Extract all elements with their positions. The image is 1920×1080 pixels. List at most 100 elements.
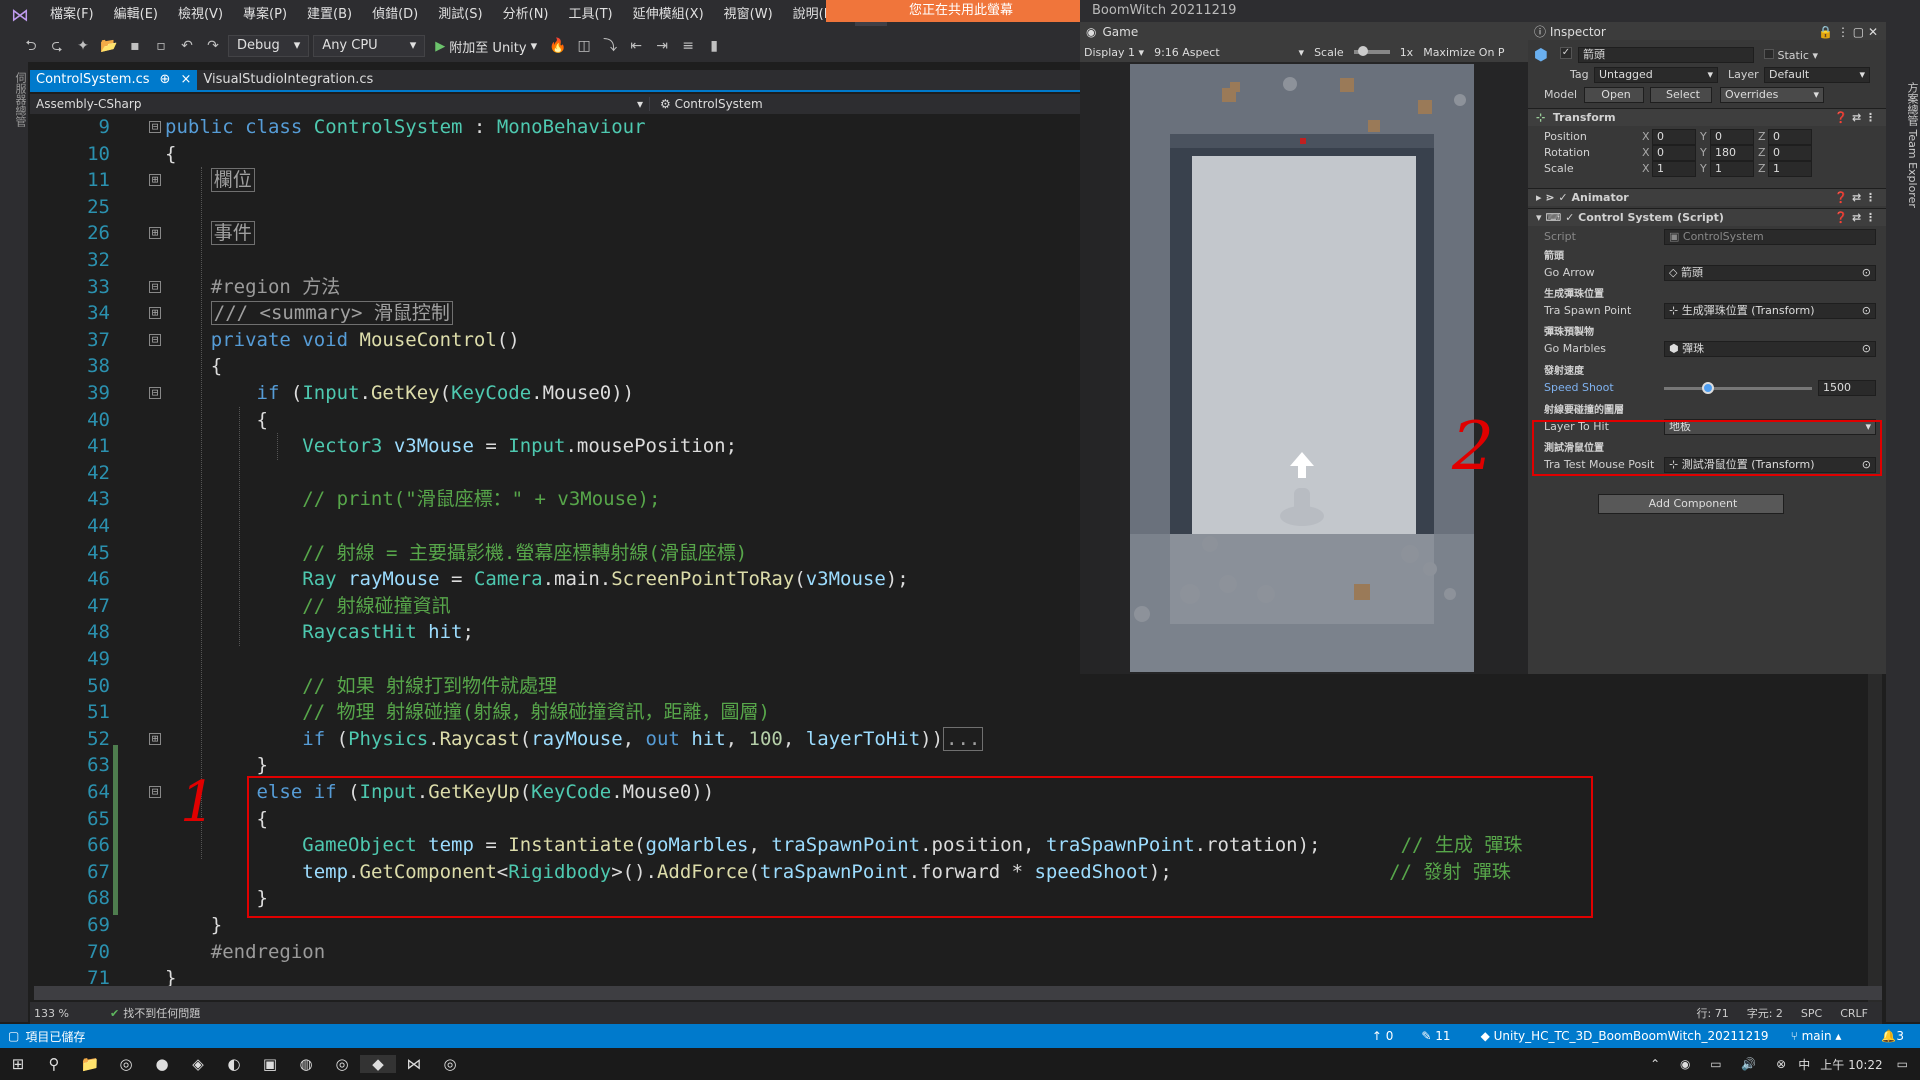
- code-line[interactable]: 50 // 如果 射線打到物件就處理: [30, 673, 1870, 700]
- action-center-icon[interactable]: ▭: [1897, 1057, 1908, 1071]
- rotation-x-field[interactable]: 0: [1652, 145, 1696, 161]
- screen-share-banner[interactable]: 您正在共用此螢幕: [826, 0, 1096, 22]
- add-component-button[interactable]: Add Component: [1598, 494, 1784, 514]
- menu-item-5[interactable]: 偵錯(D): [362, 0, 428, 30]
- line-ending[interactable]: CRLF: [1840, 1007, 1868, 1020]
- attach-to-unity-button[interactable]: ▶ 附加至 Unity ▾: [429, 37, 543, 56]
- fold-toggle-icon[interactable]: ⊟: [149, 387, 161, 399]
- rotation-z-field[interactable]: 0: [1768, 145, 1812, 161]
- unity-icon[interactable]: ◆: [360, 1055, 396, 1073]
- system-tray-icon[interactable]: ⌃ ◉ ▭ 🔊 ⊗: [1650, 1057, 1794, 1071]
- zoom-level[interactable]: 133 %: [30, 1007, 86, 1020]
- animator-header[interactable]: ▸ ⋗ ✓ Animator ❓ ⇄ ⋮: [1528, 188, 1886, 206]
- object-picker-icon[interactable]: ⊙: [1862, 266, 1871, 280]
- fold-toggle-icon[interactable]: ⊞: [149, 307, 161, 320]
- tag-select[interactable]: Untagged ▾: [1594, 67, 1718, 83]
- visual-studio-icon[interactable]: ⋈: [396, 1055, 432, 1073]
- scale-slider[interactable]: [1353, 46, 1390, 56]
- class-dropdown[interactable]: ⚙ ControlSystem: [650, 97, 763, 111]
- fold-toggle-icon[interactable]: ⊞: [149, 227, 161, 240]
- unity-hub-icon[interactable]: ◈: [180, 1055, 216, 1073]
- speed-slider-handle[interactable]: [1702, 382, 1715, 394]
- indent-icon[interactable]: ⇤: [625, 35, 647, 57]
- go-marbles-field[interactable]: ⬢ 彈珠 ⊙: [1664, 341, 1876, 357]
- code-line[interactable]: 70 #endregion: [30, 939, 1870, 966]
- solution-explorer-rail[interactable]: 方案總管 Team Explorer: [1886, 22, 1920, 1022]
- rotation-y-field[interactable]: 180: [1710, 145, 1754, 161]
- issues-status[interactable]: 找不到任何問題: [123, 1005, 200, 1021]
- new-project-icon[interactable]: ✦: [72, 35, 94, 57]
- object-picker-icon[interactable]: ⊙: [1862, 342, 1871, 356]
- forward-icon[interactable]: ⮎: [46, 35, 68, 57]
- fold-toggle-icon[interactable]: ⊟: [149, 333, 161, 346]
- lock-icon[interactable]: 🔒 ⋮ ▢ ✕: [1818, 22, 1878, 42]
- repo-name[interactable]: ◆ Unity_HC_TC_3D_BoomBoomWitch_20211219: [1481, 1029, 1769, 1043]
- server-explorer-rail[interactable]: 伺服器總管: [0, 62, 28, 1022]
- transform-header[interactable]: ⊹ Transform ❓ ⇄ ⋮: [1528, 108, 1886, 126]
- fold-toggle-icon[interactable]: ⊞: [149, 732, 161, 745]
- object-name-field[interactable]: 箭頭: [1578, 47, 1754, 63]
- push-count[interactable]: ↑ 0: [1372, 1029, 1394, 1043]
- game-viewport[interactable]: [1130, 64, 1474, 672]
- menu-item-10[interactable]: 視窗(W): [714, 0, 783, 30]
- menu-item-8[interactable]: 工具(T): [559, 0, 623, 30]
- windows-start-icon[interactable]: ⊞: [0, 1055, 36, 1073]
- fold-toggle-icon[interactable]: ⊟: [149, 280, 161, 293]
- code-line[interactable]: 63 }: [30, 752, 1870, 779]
- speed-shoot-field[interactable]: 1500: [1818, 380, 1876, 396]
- scale-y-field[interactable]: 1: [1710, 161, 1754, 177]
- menu-item-7[interactable]: 分析(N): [493, 0, 559, 30]
- undo-icon[interactable]: ↶: [176, 35, 198, 57]
- object-picker-icon[interactable]: ⊙: [1862, 304, 1871, 318]
- outdent-icon[interactable]: ⇥: [651, 35, 673, 57]
- scale-x-field[interactable]: 1: [1652, 161, 1696, 177]
- editor-horizontal-scrollbar[interactable]: [34, 986, 1882, 1000]
- comment-icon[interactable]: ≡: [677, 35, 699, 57]
- overrides-select[interactable]: Overrides ▾: [1720, 87, 1824, 103]
- edit-count[interactable]: ✎ 11: [1421, 1029, 1450, 1043]
- scale-z-field[interactable]: 1: [1768, 161, 1812, 177]
- search-icon[interactable]: ⚲: [36, 1055, 72, 1073]
- tra-spawn-point-field[interactable]: ⊹ 生成彈珠位置 (Transform) ⊙: [1664, 303, 1876, 319]
- tab-controlsystem[interactable]: ControlSystem.cs ⊕ ×: [30, 70, 198, 90]
- menu-item-9[interactable]: 延伸模組(X): [623, 0, 714, 30]
- inspector-tab[interactable]: ⓘ Inspector 🔒 ⋮ ▢ ✕: [1528, 22, 1886, 40]
- ime-indicator[interactable]: 中: [1798, 1056, 1810, 1073]
- menu-item-0[interactable]: 檔案(F): [40, 0, 104, 30]
- menu-item-3[interactable]: 專案(P): [233, 0, 297, 30]
- whitespace-mode[interactable]: SPC: [1801, 1007, 1822, 1020]
- select-button[interactable]: Select: [1650, 87, 1712, 103]
- close-icon[interactable]: ×: [180, 70, 191, 90]
- browser-icon[interactable]: ◍: [288, 1055, 324, 1073]
- control-system-header[interactable]: ▾ ⌨ ✓ Control System (Script) ❓ ⇄ ⋮: [1528, 208, 1886, 226]
- configuration-select[interactable]: Debug ▾: [228, 35, 310, 57]
- chrome-3-icon[interactable]: ◎: [432, 1055, 468, 1073]
- go-arrow-field[interactable]: ◇ 箭頭 ⊙: [1664, 265, 1876, 281]
- clock[interactable]: 上午 10:22: [1820, 1056, 1882, 1073]
- aspect-select[interactable]: 9:16 Aspect ▾: [1154, 46, 1304, 59]
- fold-toggle-icon[interactable]: ⊟: [149, 786, 161, 798]
- platform-select[interactable]: Any CPU ▾: [313, 35, 426, 57]
- game-tab-header[interactable]: ◉ Game: [1080, 22, 1528, 42]
- position-y-field[interactable]: 0: [1710, 129, 1754, 145]
- chrome-2-icon[interactable]: ◎: [324, 1055, 360, 1073]
- github-icon[interactable]: ●: [144, 1055, 180, 1073]
- menu-item-6[interactable]: 測試(S): [428, 0, 492, 30]
- bookmark-icon[interactable]: ▮: [703, 35, 725, 57]
- tab-visualstudiointegration[interactable]: VisualStudioIntegration.cs: [197, 70, 379, 90]
- step-icon[interactable]: ⤵: [599, 35, 621, 57]
- menu-item-1[interactable]: 編輯(E): [104, 0, 168, 30]
- active-checkbox[interactable]: ✓: [1560, 47, 1572, 59]
- breakpoint-icon[interactable]: ◫: [573, 35, 595, 57]
- project-dropdown[interactable]: Assembly-CSharp ▾: [30, 97, 650, 111]
- redo-icon[interactable]: ↷: [202, 35, 224, 57]
- back-icon[interactable]: ⮌: [20, 35, 42, 57]
- branch-name[interactable]: ⑂ main ▴: [1791, 1029, 1842, 1043]
- file-explorer-icon[interactable]: 📁: [72, 1055, 108, 1073]
- save-all-icon[interactable]: ▫: [150, 35, 172, 57]
- pin-icon[interactable]: ⊕: [160, 70, 171, 90]
- save-icon[interactable]: ▪: [124, 35, 146, 57]
- maximize-toggle[interactable]: Maximize On P: [1423, 46, 1504, 59]
- menu-item-4[interactable]: 建置(B): [297, 0, 362, 30]
- component-menu-icon[interactable]: ❓ ⇄ ⋮: [1834, 109, 1876, 127]
